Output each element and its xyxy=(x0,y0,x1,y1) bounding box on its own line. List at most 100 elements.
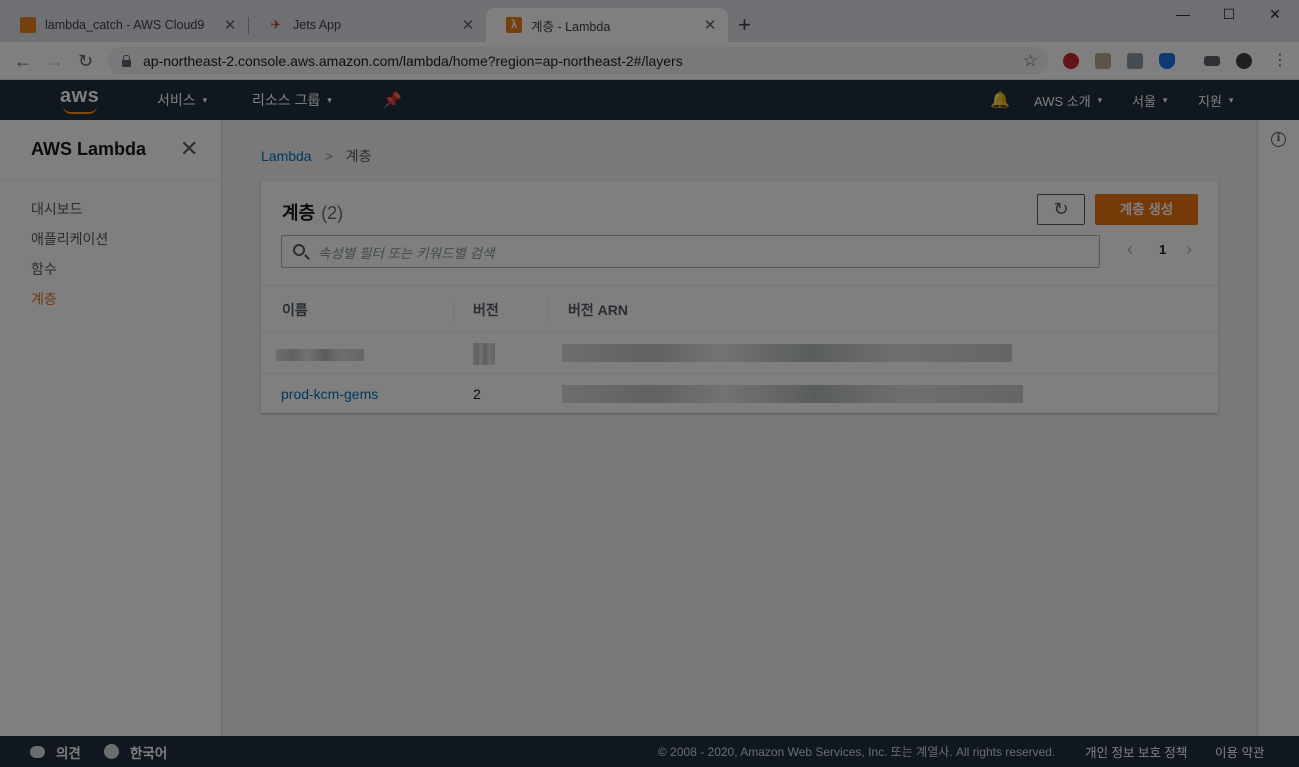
resource-groups-menu[interactable]: 리소스 그룹 ▾ xyxy=(252,80,332,120)
redacted-version xyxy=(473,343,495,365)
copyright-text: © 2008 - 2020, Amazon Web Services, Inc.… xyxy=(658,745,1056,759)
language-label: 한국어 xyxy=(130,745,168,761)
layer-count: (2) xyxy=(321,203,344,223)
reload-icon[interactable]: ↻ xyxy=(78,51,93,71)
window-close-icon[interactable]: ✕ xyxy=(1252,6,1298,23)
bookmark-star-icon[interactable]: ☆ xyxy=(1023,51,1038,71)
column-header-version[interactable]: 버전 xyxy=(473,300,499,320)
chevron-right-icon: > xyxy=(324,148,333,164)
sidebar-item-functions[interactable]: 함수 xyxy=(0,254,221,284)
breadcrumb-lambda-link[interactable]: Lambda xyxy=(261,148,312,164)
globe-icon xyxy=(104,744,119,759)
region-label: 서울 xyxy=(1132,93,1156,109)
services-menu[interactable]: 서비스 ▾ xyxy=(157,80,207,120)
lambda-sidebar: AWS Lambda ✕ 대시보드 애플리케이션 함수 계층 xyxy=(0,120,222,736)
support-menu[interactable]: 지원 ▾ xyxy=(1198,80,1233,120)
column-header-version-arn[interactable]: 버전 ARN xyxy=(568,300,628,320)
chevron-down-icon: ▾ xyxy=(1162,94,1168,105)
aws-logo[interactable]: aws xyxy=(60,86,104,114)
new-tab-icon[interactable]: + xyxy=(738,14,751,36)
console-footer: 의견 한국어 © 2008 - 2020, Amazon Web Service… xyxy=(0,736,1299,767)
close-tab-icon[interactable]: ✕ xyxy=(222,16,238,34)
extension-icon[interactable] xyxy=(1127,53,1143,69)
sidebar-item-dashboard[interactable]: 대시보드 xyxy=(0,194,221,224)
region-menu[interactable]: 서울 ▾ xyxy=(1132,80,1167,120)
close-icon[interactable]: ✕ xyxy=(180,137,198,161)
browser-tab-bar: lambda_catch - AWS Cloud9 ✕ ✈ Jets App ✕… xyxy=(0,0,1299,42)
browser-tab[interactable]: ✈ Jets App ✕ xyxy=(248,8,486,42)
page-number[interactable]: 1 xyxy=(1159,242,1166,257)
browser-tab[interactable]: lambda_catch - AWS Cloud9 ✕ xyxy=(0,8,248,42)
next-page-icon[interactable]: › xyxy=(1186,239,1192,260)
tab-title: Jets App xyxy=(293,18,341,32)
shield-extension-icon[interactable] xyxy=(1159,53,1175,69)
breadcrumb: Lambda > 계층 xyxy=(261,146,372,166)
tab-title: lambda_catch - AWS Cloud9 xyxy=(45,18,205,32)
jets-icon: ✈ xyxy=(270,17,282,32)
column-divider xyxy=(453,300,454,322)
sidebar-item-layers[interactable]: 계층 xyxy=(0,284,221,314)
about-aws-label: AWS 소개 xyxy=(1034,93,1091,109)
close-tab-icon[interactable]: ✕ xyxy=(702,16,718,34)
browser-tab-active[interactable]: λ 계층 - Lambda ✕ xyxy=(486,8,728,42)
column-divider xyxy=(547,300,548,322)
prev-page-icon[interactable]: ‹ xyxy=(1127,239,1133,260)
services-label: 서비스 xyxy=(157,92,196,108)
refresh-button[interactable]: ↻ xyxy=(1037,194,1085,225)
sidebar-item-applications[interactable]: 애플리케이션 xyxy=(0,224,221,254)
lock-icon xyxy=(122,54,131,67)
chevron-down-icon: ▾ xyxy=(202,94,208,105)
column-header-name[interactable]: 이름 xyxy=(282,300,308,320)
language-selector[interactable]: 한국어 xyxy=(104,736,167,767)
close-tab-icon[interactable]: ✕ xyxy=(460,16,476,34)
ublock-extension-icon[interactable] xyxy=(1063,53,1079,69)
table-row: prod-kcm-gems 2 xyxy=(261,374,1218,414)
resource-groups-label: 리소스 그룹 xyxy=(252,92,321,108)
about-aws-menu[interactable]: AWS 소개 ▾ xyxy=(1034,80,1102,120)
pin-icon[interactable]: 📌 xyxy=(383,80,402,120)
profile-avatar[interactable] xyxy=(1236,53,1252,69)
redacted-layer-name[interactable] xyxy=(276,349,364,361)
media-icon[interactable] xyxy=(1204,56,1220,66)
layer-name-link[interactable]: prod-kcm-gems xyxy=(281,386,378,402)
logo-text: aws xyxy=(60,85,100,107)
privacy-policy-link[interactable]: 개인 정보 보호 정책 xyxy=(1085,736,1187,767)
bell-icon[interactable]: 🔔 xyxy=(990,80,1010,120)
help-rail: i xyxy=(1257,120,1299,736)
table-header: 이름 버전 버전 ARN xyxy=(261,285,1218,333)
info-icon[interactable]: i xyxy=(1271,132,1286,147)
refresh-icon: ↻ xyxy=(1053,199,1069,219)
redacted-version-arn xyxy=(562,344,1012,362)
table-row xyxy=(261,334,1218,374)
browser-toolbar: ← → ↻ ap-northeast-2.console.aws.amazon.… xyxy=(0,42,1299,80)
search-icon xyxy=(293,244,305,256)
lambda-icon: λ xyxy=(506,17,522,33)
chevron-down-icon: ▾ xyxy=(1228,94,1234,105)
feedback-icon xyxy=(30,745,45,758)
panel-title-text: 계층 xyxy=(282,203,316,223)
feedback-label: 의견 xyxy=(56,745,81,761)
chevron-down-icon: ▾ xyxy=(1097,94,1103,105)
breadcrumb-current: 계층 xyxy=(345,148,372,164)
create-layer-button[interactable]: 계층 생성 xyxy=(1095,194,1198,225)
extension-icon[interactable] xyxy=(1095,53,1111,69)
sidebar-nav: 대시보드 애플리케이션 함수 계층 xyxy=(0,180,221,314)
sidebar-header: AWS Lambda ✕ xyxy=(0,120,221,180)
feedback-link[interactable]: 의견 xyxy=(30,736,81,767)
minimize-icon[interactable]: — xyxy=(1160,6,1206,22)
maximize-icon[interactable]: ☐ xyxy=(1206,6,1252,23)
tab-title: 계층 - Lambda xyxy=(531,19,611,34)
back-icon[interactable]: ← xyxy=(14,51,32,71)
url-text: ap-northeast-2.console.aws.amazon.com/la… xyxy=(143,53,683,69)
search-placeholder: 속성별 필터 또는 키워드별 검색 xyxy=(318,245,495,261)
aws-top-nav: aws 서비스 ▾ 리소스 그룹 ▾ 📌 🔔 AWS 소개 ▾ 서울 ▾ 지원 ▾ xyxy=(0,80,1299,120)
logo-smile xyxy=(63,106,97,114)
forward-icon[interactable]: → xyxy=(46,51,64,71)
terms-link[interactable]: 이용 약관 xyxy=(1215,736,1264,767)
layer-version: 2 xyxy=(473,386,481,402)
search-input[interactable]: 속성별 필터 또는 키워드별 검색 xyxy=(281,235,1100,268)
address-bar[interactable]: ap-northeast-2.console.aws.amazon.com/la… xyxy=(108,47,1048,75)
support-label: 지원 xyxy=(1198,93,1222,109)
redacted-version-arn xyxy=(562,385,1023,403)
menu-icon[interactable]: ⋮ xyxy=(1272,51,1288,71)
